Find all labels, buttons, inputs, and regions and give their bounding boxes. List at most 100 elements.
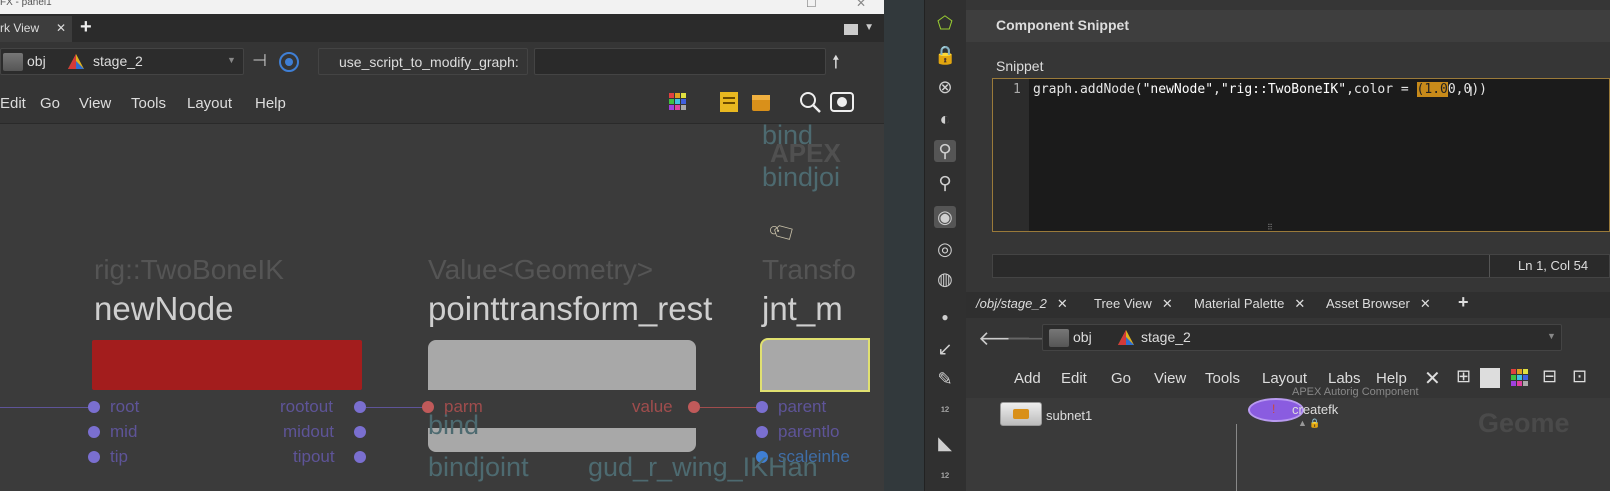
node-network-view[interactable]: subnet1 APEX Autorig Component ! createf… bbox=[966, 386, 1610, 491]
maximize-icon[interactable]: ☐ bbox=[806, 0, 817, 10]
arrow-up-icon[interactable]: 🠕 bbox=[832, 50, 840, 80]
pane-menu-icon[interactable] bbox=[844, 24, 858, 35]
tab-network[interactable]: /obj/stage_2 ✕ bbox=[976, 296, 1068, 312]
context-watermark: Geome bbox=[1478, 408, 1570, 438]
menu-labs[interactable]: Labs bbox=[1328, 370, 1361, 387]
script-field-label: use_script_to_modify_graph: bbox=[339, 54, 519, 70]
output-port[interactable] bbox=[688, 401, 700, 413]
search-icon[interactable] bbox=[798, 90, 822, 114]
layout-icon[interactable]: ⊡ bbox=[1572, 366, 1587, 387]
node-body-newnode[interactable] bbox=[92, 340, 362, 390]
color-palette-icon[interactable] bbox=[668, 92, 688, 112]
add-tab-icon[interactable]: + bbox=[1458, 292, 1469, 313]
input-port[interactable] bbox=[88, 426, 100, 438]
node-subnet1[interactable] bbox=[1000, 402, 1042, 426]
menu-help[interactable]: Help bbox=[1376, 370, 1407, 387]
pane-divider[interactable] bbox=[884, 0, 924, 491]
tools-icon[interactable]: ✕ bbox=[1424, 366, 1441, 391]
close-icon[interactable]: ✕ bbox=[1057, 296, 1068, 311]
menu-bar: Edit Go View Tools Layout Help bbox=[0, 82, 884, 124]
camera-icon[interactable]: ◉ bbox=[934, 206, 956, 228]
menu-view[interactable]: View bbox=[1154, 370, 1186, 387]
network-box-icon[interactable] bbox=[750, 91, 772, 113]
wedge-icon[interactable]: ◣ bbox=[934, 432, 956, 454]
input-port[interactable] bbox=[88, 401, 100, 413]
display-icon[interactable]: ◍ bbox=[934, 268, 956, 290]
menu-view[interactable]: View bbox=[79, 95, 111, 112]
menu-edit[interactable]: Edit bbox=[1061, 370, 1087, 387]
input-port[interactable] bbox=[756, 426, 768, 438]
wire bbox=[0, 407, 92, 408]
menu-go[interactable]: Go bbox=[40, 95, 60, 112]
text-cursor-icon: I bbox=[1469, 83, 1473, 99]
tab-network-view[interactable]: rk View ✕ bbox=[0, 16, 72, 42]
magnet-icon[interactable]: ◐ bbox=[934, 108, 956, 130]
output-port[interactable] bbox=[354, 426, 366, 438]
chevron-down-icon[interactable]: ▼ bbox=[1547, 331, 1556, 341]
output-port[interactable] bbox=[354, 401, 366, 413]
menu-go[interactable]: Go bbox=[1111, 370, 1131, 387]
close-icon[interactable]: ✕ bbox=[1162, 296, 1173, 311]
node-name-label: newNode bbox=[94, 290, 234, 327]
close-window-icon[interactable]: ✕ bbox=[856, 0, 866, 10]
code-selection: (1.0 bbox=[1416, 82, 1448, 97]
dot-icon[interactable]: ● bbox=[934, 306, 956, 328]
network-view-panel: FX - panel1 ☐ ✕ rk View ✕ + ▼ obj stage_… bbox=[0, 0, 884, 491]
script-field-input[interactable] bbox=[534, 48, 826, 75]
node-body-jnt[interactable] bbox=[760, 338, 870, 392]
menu-edit[interactable]: Edit bbox=[0, 95, 26, 112]
path-bar: 🡐 🡒 obj stage_2 ▼ bbox=[966, 318, 1610, 358]
ghost-label: bind bbox=[428, 410, 480, 440]
node-flags-icon: ▲ 🔒 bbox=[1298, 418, 1321, 428]
eye-icon[interactable] bbox=[830, 92, 854, 112]
close-icon[interactable]: ✕ bbox=[1294, 296, 1305, 311]
menu-tools[interactable]: Tools bbox=[1205, 370, 1240, 387]
tab-tree-view[interactable]: Tree View ✕ bbox=[1094, 296, 1173, 312]
list-icon[interactable] bbox=[1480, 368, 1500, 388]
code-token: ,color = bbox=[1346, 82, 1417, 97]
tree-icon[interactable]: ⊞ bbox=[1456, 366, 1471, 387]
tab-material-palette[interactable]: Material Palette ✕ bbox=[1194, 296, 1305, 312]
pin-icon[interactable]: ⚲ bbox=[934, 172, 956, 194]
link-icon[interactable] bbox=[278, 51, 300, 73]
eye-icon[interactable]: ◎ bbox=[934, 238, 956, 260]
path-breadcrumb[interactable]: obj stage_2 ▼ bbox=[1042, 324, 1562, 351]
node-body-pointtransform-rest[interactable] bbox=[428, 340, 696, 390]
pin-icon[interactable]: ⊣ bbox=[252, 51, 267, 71]
tab-asset-browser[interactable]: Asset Browser ✕ bbox=[1326, 296, 1431, 312]
menu-bar: Add Edit Go View Tools Layout Labs Help … bbox=[966, 358, 1610, 398]
snap-icon[interactable]: ⊗ bbox=[934, 76, 956, 98]
input-port[interactable] bbox=[88, 451, 100, 463]
number-icon[interactable]: ¹² bbox=[934, 400, 956, 422]
brush-icon[interactable]: ↙ bbox=[934, 338, 956, 360]
ghost-label: gud_r_wing_IKHan bbox=[588, 452, 818, 482]
bulb-icon[interactable]: ⚲ bbox=[934, 140, 956, 162]
menu-help[interactable]: Help bbox=[255, 95, 286, 112]
add-tab-icon[interactable]: + bbox=[80, 16, 92, 39]
chevron-down-icon[interactable]: ▼ bbox=[227, 55, 236, 65]
chevron-down-icon[interactable]: ▼ bbox=[864, 22, 874, 33]
resize-handle-icon[interactable]: ⠿ bbox=[1267, 223, 1273, 232]
path-breadcrumb[interactable]: obj stage_2 ▼ bbox=[0, 48, 244, 75]
port-label: midout bbox=[283, 422, 335, 441]
close-icon[interactable]: ✕ bbox=[56, 21, 66, 35]
select-tool-icon[interactable]: ⬠ bbox=[934, 12, 956, 34]
grid-icon[interactable]: ⊟ bbox=[1542, 366, 1557, 387]
sticky-note-icon[interactable] bbox=[719, 91, 739, 113]
code-line[interactable]: graph.addNode("newNode","rig::TwoBoneIK"… bbox=[1033, 82, 1487, 97]
node-name-label: createfk bbox=[1292, 402, 1339, 417]
close-icon[interactable]: ✕ bbox=[1420, 296, 1431, 311]
number-icon[interactable]: ¹² bbox=[934, 466, 956, 488]
input-port[interactable] bbox=[756, 401, 768, 413]
pen-icon[interactable]: ✎ bbox=[934, 368, 956, 390]
menu-layout[interactable]: Layout bbox=[1262, 370, 1307, 387]
menu-layout[interactable]: Layout bbox=[187, 95, 232, 112]
color-palette-icon[interactable] bbox=[1510, 368, 1530, 388]
node-graph-canvas[interactable]: bind APEX bindjoi 🏷 rig::TwoBoneIK newNo… bbox=[0, 120, 884, 491]
lock-icon[interactable]: 🔒 bbox=[934, 44, 956, 66]
output-port[interactable] bbox=[354, 451, 366, 463]
code-editor[interactable]: 1 graph.addNode("newNode","rig::TwoBoneI… bbox=[992, 78, 1610, 232]
menu-tools[interactable]: Tools bbox=[131, 95, 166, 112]
pane-tab-bar: /obj/stage_2 ✕ Tree View ✕ Material Palett… bbox=[966, 292, 1610, 318]
menu-add[interactable]: Add bbox=[1014, 370, 1041, 387]
